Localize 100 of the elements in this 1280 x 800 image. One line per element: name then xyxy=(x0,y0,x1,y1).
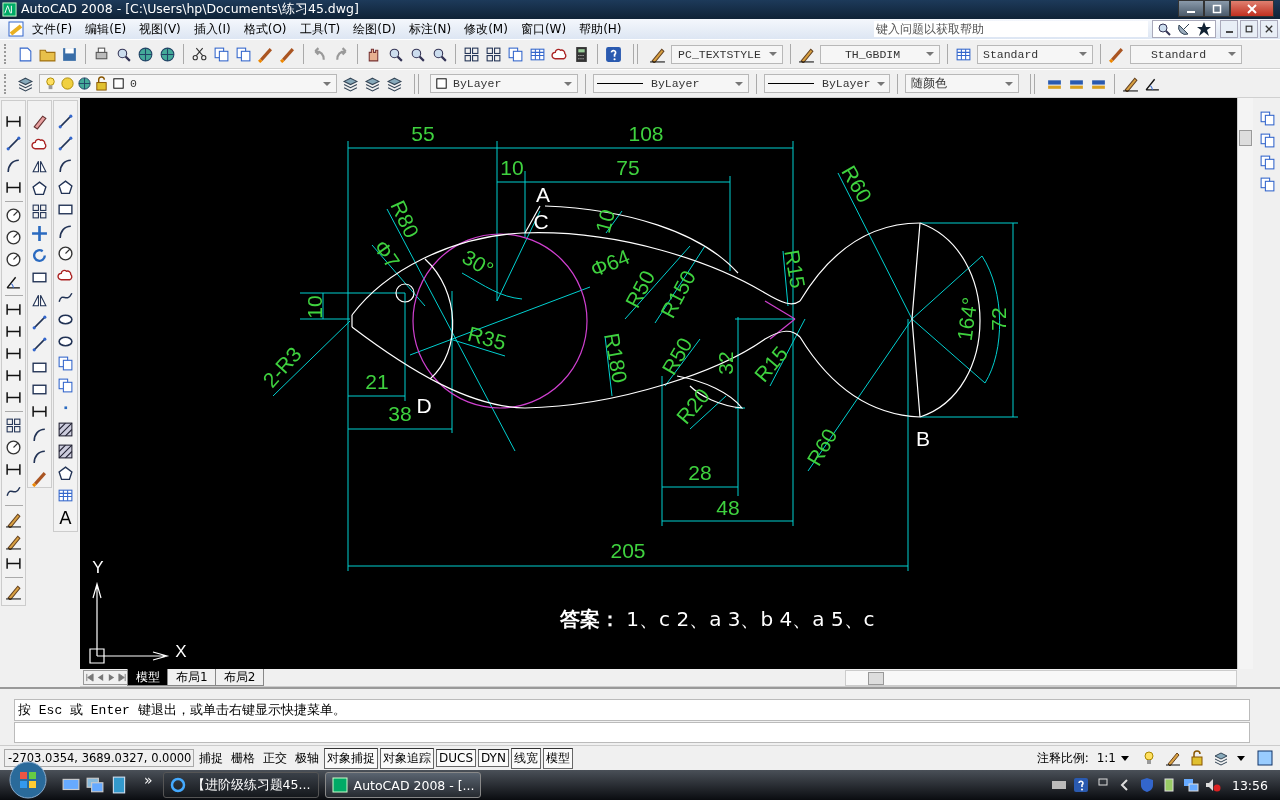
minimize-button[interactable] xyxy=(1178,0,1204,17)
rotate-icon[interactable] xyxy=(31,247,48,265)
status-toggle-button[interactable]: 线宽 xyxy=(510,747,541,769)
viewport-icon[interactable] xyxy=(1258,176,1276,194)
minimize-button[interactable] xyxy=(1220,20,1238,38)
copy-icon[interactable] xyxy=(57,355,74,373)
brush-icon[interactable] xyxy=(257,45,274,63)
arc-icon[interactable] xyxy=(31,447,48,465)
pen-icon[interactable] xyxy=(5,533,22,551)
next-tab-icon[interactable] xyxy=(107,673,116,683)
menu-item[interactable]: 编辑(E) xyxy=(85,20,127,38)
mirror-icon[interactable] xyxy=(31,158,48,175)
speaker-muted-icon[interactable] xyxy=(1204,777,1221,793)
dimension-style-dropdown[interactable]: TH_GBDIM xyxy=(820,44,940,64)
menu-item[interactable]: 窗口(W) xyxy=(520,20,567,38)
menu-item[interactable]: 修改(M) xyxy=(464,20,508,38)
line-icon[interactable] xyxy=(31,336,48,354)
status-toggle-button[interactable]: 对象捕捉 xyxy=(324,747,378,769)
help-search-field[interactable]: 键入问题以获取帮助 xyxy=(874,21,1148,37)
menu-item[interactable]: 文件(F) xyxy=(32,20,73,38)
last-tab-icon[interactable] xyxy=(118,673,127,683)
fullscreen-icon[interactable] xyxy=(1257,750,1273,767)
pen-icon[interactable] xyxy=(1165,750,1181,767)
arc-icon[interactable] xyxy=(57,223,74,241)
lock-icon[interactable] xyxy=(1189,750,1205,767)
polygon-icon[interactable] xyxy=(57,179,74,197)
layers-icon[interactable] xyxy=(17,75,34,93)
polygon-icon[interactable] xyxy=(57,465,74,483)
previous-tab-icon[interactable] xyxy=(96,673,105,683)
circle-icon[interactable] xyxy=(5,439,22,457)
new-file-icon[interactable] xyxy=(17,45,34,63)
multiline-text-button[interactable]: A xyxy=(59,509,72,528)
bulb-icon[interactable] xyxy=(1141,750,1157,767)
restore-button[interactable] xyxy=(1204,0,1230,17)
table-style-dropdown[interactable]: Standard xyxy=(977,44,1093,64)
layout-tab[interactable]: 布局2 xyxy=(214,669,265,687)
line-icon[interactable] xyxy=(57,135,74,153)
command-input-field[interactable] xyxy=(14,721,1250,744)
menu-item[interactable]: 标注(N) xyxy=(408,20,452,38)
brush-icon[interactable] xyxy=(279,45,296,63)
windows-icon[interactable] xyxy=(86,776,104,794)
layers-icon[interactable] xyxy=(342,75,359,93)
menu-item[interactable]: 工具(T) xyxy=(299,20,341,38)
color-dropdown[interactable]: ByLayer xyxy=(430,74,578,94)
grid-icon[interactable] xyxy=(31,202,48,220)
grid-icon[interactable] xyxy=(463,45,480,63)
arc-icon[interactable] xyxy=(5,157,22,175)
status-toggle-button[interactable]: 对象追踪 xyxy=(380,747,434,769)
scissors-icon[interactable] xyxy=(191,45,208,63)
lineweight-dropdown[interactable]: ByLayer xyxy=(764,74,890,94)
taskbar-button[interactable]: AutoCAD 2008 - [... xyxy=(324,772,481,798)
help-icon[interactable] xyxy=(605,45,622,63)
pen-icon[interactable] xyxy=(1108,45,1125,63)
globe-icon[interactable] xyxy=(137,45,154,63)
viewport-icon[interactable] xyxy=(1258,132,1276,150)
eraser-icon[interactable] xyxy=(31,113,48,131)
hatch-icon[interactable] xyxy=(57,443,74,461)
pen-icon[interactable] xyxy=(5,511,22,529)
overflow-button[interactable]: » xyxy=(144,772,153,788)
annotation-scale-dropdown[interactable]: 1:1 xyxy=(1096,751,1116,766)
status-toggle-button[interactable]: DYN xyxy=(478,749,509,768)
viewport-icon[interactable] xyxy=(1258,110,1276,128)
star-icon[interactable] xyxy=(1196,21,1212,37)
help-icon[interactable] xyxy=(1072,777,1089,793)
line-icon[interactable] xyxy=(31,314,48,332)
close-button[interactable] xyxy=(1230,0,1274,17)
status-toggle-button[interactable]: 模型 xyxy=(542,747,573,769)
search-icon[interactable] xyxy=(1156,21,1172,37)
network-icon[interactable] xyxy=(1182,777,1199,793)
menu-item[interactable]: 绘图(D) xyxy=(353,20,396,38)
save-icon[interactable] xyxy=(61,45,78,63)
line-icon[interactable] xyxy=(5,135,22,153)
restore-button[interactable] xyxy=(1240,20,1258,38)
satellite-dish-icon[interactable] xyxy=(1176,21,1192,37)
menu-item[interactable]: 格式(O) xyxy=(243,20,287,38)
grid-icon[interactable] xyxy=(5,417,22,435)
first-tab-icon[interactable] xyxy=(85,673,94,683)
menu-item[interactable]: 帮助(H) xyxy=(579,20,622,38)
arc-icon[interactable] xyxy=(57,157,74,175)
shield-icon[interactable] xyxy=(1138,777,1155,793)
plot-style-dropdown[interactable]: 随颜色 xyxy=(905,74,1019,94)
status-toggle-button[interactable]: DUCS xyxy=(436,749,477,768)
linetype-dropdown[interactable]: ByLayer xyxy=(593,74,749,94)
menu-item[interactable]: 插入(I) xyxy=(193,20,231,38)
circle-icon[interactable] xyxy=(5,229,22,247)
grid-icon[interactable] xyxy=(485,45,502,63)
layers-icon[interactable] xyxy=(386,75,403,93)
move-icon[interactable] xyxy=(31,224,48,242)
circle-icon[interactable] xyxy=(5,207,22,225)
multileader-style-dropdown[interactable]: Standard xyxy=(1130,44,1242,64)
brush-icon[interactable] xyxy=(31,470,48,488)
pen-icon[interactable] xyxy=(1122,75,1139,93)
pen-icon[interactable] xyxy=(649,45,666,63)
calculator-icon[interactable] xyxy=(573,45,590,63)
viewport-icon[interactable] xyxy=(1258,154,1276,172)
polygon-icon[interactable] xyxy=(31,180,48,198)
copy-icon[interactable] xyxy=(235,45,252,63)
copy-icon[interactable] xyxy=(507,45,524,63)
layers-icon[interactable] xyxy=(1213,750,1229,767)
film-icon[interactable] xyxy=(110,776,128,794)
